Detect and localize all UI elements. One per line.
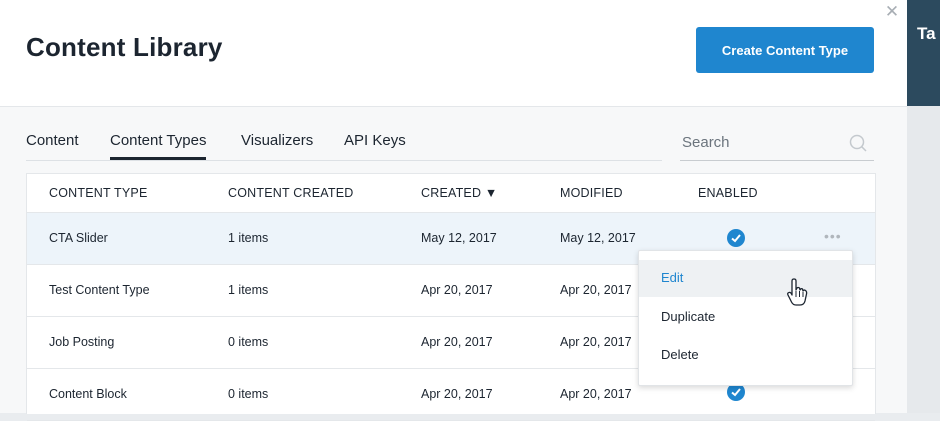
content-library-modal: Content Library Create Content Type ✕ Co… — [0, 0, 907, 421]
column-header-modified[interactable]: MODIFIED — [560, 186, 623, 200]
search-icon[interactable] — [848, 133, 868, 153]
modified-date: Apr 20, 2017 — [560, 335, 632, 349]
modified-date: May 12, 2017 — [560, 231, 636, 245]
column-header-enabled[interactable]: ENABLED — [698, 186, 758, 200]
content-created-count: 0 items — [228, 335, 269, 349]
background-panel-title: Ta — [917, 24, 936, 43]
row-actions-menu: Edit Duplicate Delete — [638, 250, 853, 386]
background-panel-lower — [907, 106, 940, 413]
menu-item-delete[interactable]: Delete — [639, 337, 852, 374]
modified-date: Apr 20, 2017 — [560, 387, 632, 401]
menu-item-duplicate[interactable]: Duplicate — [639, 299, 852, 336]
created-date: Apr 20, 2017 — [421, 283, 493, 297]
tab-api-keys[interactable]: API Keys — [344, 132, 406, 159]
more-horizontal-icon[interactable]: ••• — [824, 228, 842, 244]
content-type-name: Content Block — [49, 387, 127, 401]
create-content-type-button[interactable]: Create Content Type — [696, 27, 874, 73]
content-created-count: 1 items — [228, 231, 269, 245]
search-input[interactable] — [680, 130, 834, 154]
column-header-content-type[interactable]: CONTENT TYPE — [49, 186, 147, 200]
column-header-content-created[interactable]: CONTENT CREATED — [228, 186, 353, 200]
modal-header: Content Library Create Content Type — [0, 0, 907, 107]
tab-visualizers[interactable]: Visualizers — [241, 132, 313, 159]
table-header: CONTENT TYPE CONTENT CREATED CREATED ▼ M… — [27, 174, 875, 213]
page-title: Content Library — [26, 32, 223, 62]
content-type-name: Job Posting — [49, 335, 115, 349]
created-date: Apr 20, 2017 — [421, 387, 493, 401]
modified-date: Apr 20, 2017 — [560, 283, 632, 297]
enabled-check-icon[interactable] — [727, 229, 745, 247]
tab-bar: Content Content Types Visualizers API Ke… — [26, 128, 662, 161]
background-panel — [907, 0, 940, 106]
tab-content[interactable]: Content — [26, 132, 79, 159]
column-header-created[interactable]: CREATED ▼ — [421, 186, 497, 200]
close-icon[interactable]: ✕ — [884, 3, 900, 20]
tab-content-types[interactable]: Content Types — [110, 132, 207, 160]
created-date: May 12, 2017 — [421, 231, 497, 245]
menu-item-edit[interactable]: Edit — [639, 260, 852, 297]
search-box — [680, 128, 874, 161]
content-type-name: Test Content Type — [49, 283, 150, 297]
created-date: Apr 20, 2017 — [421, 335, 493, 349]
content-created-count: 0 items — [228, 387, 269, 401]
pointer-hand-icon — [787, 278, 808, 306]
content-type-name: CTA Slider — [49, 231, 108, 245]
sort-descending-icon: ▼ — [484, 186, 498, 200]
content-created-count: 1 items — [228, 283, 269, 297]
